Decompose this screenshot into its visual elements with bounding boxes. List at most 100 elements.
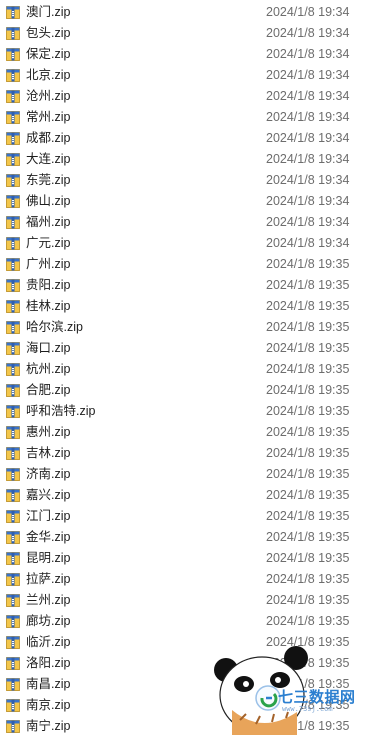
file-modified-date: 2024/1/8 19:34	[266, 173, 350, 187]
zip-archive-icon	[6, 509, 20, 523]
file-modified-date: 2024/1/8 19:35	[266, 278, 350, 292]
file-modified-date: 2024/1/8 19:34	[266, 152, 350, 166]
file-modified-date: 2024/1/8 19:35	[266, 362, 350, 376]
zip-archive-icon	[6, 5, 20, 19]
file-name: 临沂.zip	[26, 635, 71, 649]
zip-archive-icon	[6, 446, 20, 460]
zip-archive-icon	[6, 677, 20, 691]
file-row[interactable]: 拉萨.zip 2024/1/8 19:35	[0, 569, 385, 590]
file-modified-date: 2024/1/8 19:34	[266, 47, 350, 61]
file-name: 拉萨.zip	[26, 572, 71, 586]
watermark-url: www.73sj.com	[282, 705, 333, 713]
file-row[interactable]: 哈尔滨.zip 2024/1/8 19:35	[0, 317, 385, 338]
file-row[interactable]: 包头.zip 2024/1/8 19:34	[0, 23, 385, 44]
file-modified-date: 2024/1/8 19:35	[266, 341, 350, 355]
file-name: 海口.zip	[26, 341, 71, 355]
file-row[interactable]: 保定.zip 2024/1/8 19:34	[0, 44, 385, 65]
file-modified-date: 2024/1/8 19:35	[266, 593, 350, 607]
zip-archive-icon	[6, 320, 20, 334]
file-row[interactable]: 惠州.zip 2024/1/8 19:35	[0, 422, 385, 443]
file-row[interactable]: 江门.zip 2024/1/8 19:35	[0, 506, 385, 527]
file-modified-date: 2024/1/8 19:35	[266, 299, 350, 313]
file-row[interactable]: 兰州.zip 2024/1/8 19:35	[0, 590, 385, 611]
zip-archive-icon	[6, 68, 20, 82]
file-name: 南昌.zip	[26, 677, 71, 691]
file-name: 哈尔滨.zip	[26, 320, 83, 334]
zip-archive-icon	[6, 572, 20, 586]
file-row[interactable]: 澳门.zip 2024/1/8 19:34	[0, 2, 385, 23]
file-row[interactable]: 杭州.zip 2024/1/8 19:35	[0, 359, 385, 380]
file-name: 福州.zip	[26, 215, 71, 229]
file-modified-date: 2024/1/8 19:35	[266, 425, 350, 439]
zip-archive-icon	[6, 425, 20, 439]
file-modified-date: 2024/1/8 19:34	[266, 236, 350, 250]
file-name: 常州.zip	[26, 110, 71, 124]
zip-archive-icon	[6, 278, 20, 292]
zip-archive-icon	[6, 194, 20, 208]
file-name: 吉林.zip	[26, 446, 71, 460]
zip-archive-icon	[6, 635, 20, 649]
zip-archive-icon	[6, 236, 20, 250]
zip-archive-icon	[6, 593, 20, 607]
zip-archive-icon	[6, 719, 20, 733]
zip-archive-icon	[6, 131, 20, 145]
file-name: 北京.zip	[26, 68, 71, 82]
zip-archive-icon	[6, 698, 20, 712]
file-modified-date: 2024/1/8 19:34	[266, 68, 350, 82]
file-name: 澳门.zip	[26, 5, 71, 19]
file-name: 金华.zip	[26, 530, 71, 544]
file-name: 南京.zip	[26, 698, 71, 712]
file-row[interactable]: 广州.zip 2024/1/8 19:35	[0, 254, 385, 275]
file-modified-date: 2024/1/8 19:35	[266, 383, 350, 397]
file-row[interactable]: 吉林.zip 2024/1/8 19:35	[0, 443, 385, 464]
file-row[interactable]: 桂林.zip 2024/1/8 19:35	[0, 296, 385, 317]
file-modified-date: 2024/1/8 19:34	[266, 26, 350, 40]
file-row[interactable]: 呼和浩特.zip 2024/1/8 19:35	[0, 401, 385, 422]
file-modified-date: 2024/1/8 19:34	[266, 5, 350, 19]
file-row[interactable]: 沧州.zip 2024/1/8 19:34	[0, 86, 385, 107]
file-row[interactable]: 东莞.zip 2024/1/8 19:34	[0, 170, 385, 191]
file-row[interactable]: 海口.zip 2024/1/8 19:35	[0, 338, 385, 359]
file-modified-date: 2024/1/8 19:34	[266, 215, 350, 229]
file-row[interactable]: 常州.zip 2024/1/8 19:34	[0, 107, 385, 128]
file-row[interactable]: 金华.zip 2024/1/8 19:35	[0, 527, 385, 548]
file-name: 杭州.zip	[26, 362, 71, 376]
file-modified-date: 2024/1/8 19:35	[266, 488, 350, 502]
file-modified-date: 2024/1/8 19:34	[266, 194, 350, 208]
file-row[interactable]: 廊坊.zip 2024/1/8 19:35	[0, 611, 385, 632]
zip-archive-icon	[6, 656, 20, 670]
file-row[interactable]: 贵阳.zip 2024/1/8 19:35	[0, 275, 385, 296]
zip-archive-icon	[6, 488, 20, 502]
zip-archive-icon	[6, 152, 20, 166]
file-modified-date: 2024/1/8 19:35	[266, 614, 350, 628]
zip-archive-icon	[6, 341, 20, 355]
file-row[interactable]: 北京.zip 2024/1/8 19:34	[0, 65, 385, 86]
zip-archive-icon	[6, 215, 20, 229]
watermark-title: 七三数据网	[278, 688, 356, 706]
zip-archive-icon	[6, 89, 20, 103]
zip-archive-icon	[6, 173, 20, 187]
file-name: 呼和浩特.zip	[26, 404, 96, 418]
zip-archive-icon	[6, 47, 20, 61]
file-name: 沧州.zip	[26, 89, 71, 103]
file-row[interactable]: 福州.zip 2024/1/8 19:34	[0, 212, 385, 233]
file-name: 廊坊.zip	[26, 614, 71, 628]
file-modified-date: 2024/1/8 19:34	[266, 110, 350, 124]
zip-archive-icon	[6, 530, 20, 544]
zip-archive-icon	[6, 299, 20, 313]
file-name: 嘉兴.zip	[26, 488, 71, 502]
file-list: 澳门.zip 2024/1/8 19:34 包头.zip 2024/1/8 19:3…	[0, 2, 385, 737]
file-row[interactable]: 广元.zip 2024/1/8 19:34	[0, 233, 385, 254]
file-row[interactable]: 嘉兴.zip 2024/1/8 19:35	[0, 485, 385, 506]
file-row[interactable]: 佛山.zip 2024/1/8 19:34	[0, 191, 385, 212]
zip-archive-icon	[6, 257, 20, 271]
file-name: 南宁.zip	[26, 719, 71, 733]
file-name: 江门.zip	[26, 509, 71, 523]
file-modified-date: 2024/1/8 19:35	[266, 551, 350, 565]
file-name: 昆明.zip	[26, 551, 71, 565]
file-row[interactable]: 昆明.zip 2024/1/8 19:35	[0, 548, 385, 569]
file-row[interactable]: 济南.zip 2024/1/8 19:35	[0, 464, 385, 485]
file-row[interactable]: 成都.zip 2024/1/8 19:34	[0, 128, 385, 149]
file-row[interactable]: 大连.zip 2024/1/8 19:34	[0, 149, 385, 170]
file-row[interactable]: 合肥.zip 2024/1/8 19:35	[0, 380, 385, 401]
